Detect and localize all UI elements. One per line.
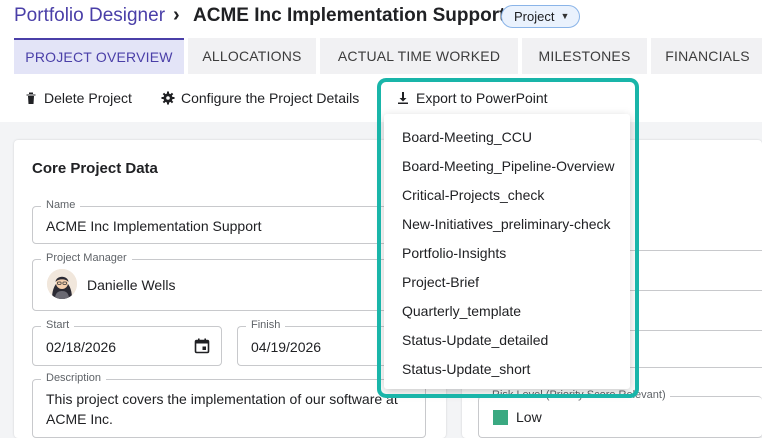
tab-allocations[interactable]: ALLOCATIONS <box>188 38 316 74</box>
name-value: ACME Inc Implementation Support <box>46 218 262 234</box>
delete-project-label: Delete Project <box>44 90 132 106</box>
gear-icon <box>161 91 175 105</box>
project-type-label: Project <box>514 9 555 24</box>
risk-level-value: Low <box>516 409 542 425</box>
download-icon <box>398 92 408 104</box>
menu-item-template[interactable]: Portfolio-Insights <box>402 245 506 261</box>
menu-item-template[interactable]: Project-Brief <box>402 274 479 290</box>
menu-item-template[interactable]: Status-Update_short <box>402 361 530 377</box>
export-powerpoint-label: Export to PowerPoint <box>416 90 548 106</box>
risk-level-label: Risk Level (Priority Score Relevant) <box>488 389 670 401</box>
menu-item-template[interactable]: Board-Meeting_CCU <box>402 129 532 145</box>
tab-bar: PROJECT OVERVIEW ALLOCATIONS ACTUAL TIME… <box>14 38 762 74</box>
description-field[interactable]: Description This project covers the impl… <box>32 372 426 438</box>
menu-item-template[interactable]: Status-Update_detailed <box>402 332 548 348</box>
tab-milestones[interactable]: MILESTONES <box>522 38 647 74</box>
name-field[interactable]: Name ACME Inc Implementation Support <box>32 199 426 244</box>
menu-item-template[interactable]: Critical-Projects_check <box>402 187 544 203</box>
tab-financials[interactable]: FINANCIALS <box>651 38 762 74</box>
description-label: Description <box>41 372 107 384</box>
menu-item-template[interactable]: Board-Meeting_Pipeline-Overview <box>402 158 614 174</box>
caret-down-icon: ▼ <box>560 11 570 21</box>
tab-actual-time-worked[interactable]: ACTUAL TIME WORKED <box>320 38 518 74</box>
header: Portfolio Designer › ACME Inc Implementa… <box>0 0 762 36</box>
start-date-value: 02/18/2026 <box>46 339 117 355</box>
breadcrumb-separator: › <box>173 4 180 26</box>
menu-item-template[interactable]: New-Initiatives_preliminary-check <box>402 216 611 232</box>
name-label: Name <box>41 199 81 211</box>
export-template-menu: Board-Meeting_CCU Board-Meeting_Pipeline… <box>384 114 630 389</box>
risk-color-swatch <box>493 410 508 425</box>
finish-date-value: 04/19/2026 <box>251 339 322 355</box>
start-date-field[interactable]: Start 02/18/2026 <box>32 319 222 366</box>
delete-project-button[interactable]: Delete Project <box>24 82 132 114</box>
project-manager-value: Danielle Wells <box>87 277 176 293</box>
configure-project-button[interactable]: Configure the Project Details <box>161 82 359 114</box>
configure-project-label: Configure the Project Details <box>181 90 360 106</box>
trash-icon <box>26 92 36 104</box>
tab-project-overview[interactable]: PROJECT OVERVIEW <box>14 38 184 74</box>
page-title: ACME Inc Implementation Support <box>193 5 506 26</box>
menu-item-template[interactable]: Quarterly_template <box>402 303 521 319</box>
risk-level-field[interactable]: Risk Level (Priority Score Relevant) Low <box>478 389 762 438</box>
start-date-label: Start <box>41 319 75 331</box>
description-value: This project covers the implementation o… <box>46 391 398 427</box>
finish-date-label: Finish <box>246 319 286 331</box>
calendar-icon[interactable] <box>194 338 210 354</box>
user-avatar-icon <box>47 269 77 299</box>
export-powerpoint-button[interactable]: Export to PowerPoint <box>396 82 548 114</box>
toolbar: Delete Project Configure the Project Det… <box>0 82 762 114</box>
avatar <box>47 269 77 299</box>
project-manager-label: Project Manager <box>41 252 132 264</box>
project-type-chip[interactable]: Project ▼ <box>501 5 581 28</box>
breadcrumb-app-title[interactable]: Portfolio Designer <box>14 5 165 27</box>
project-manager-field[interactable]: Project Manager Danielle Wells <box>32 252 426 311</box>
core-project-title: Core Project Data <box>32 160 158 177</box>
